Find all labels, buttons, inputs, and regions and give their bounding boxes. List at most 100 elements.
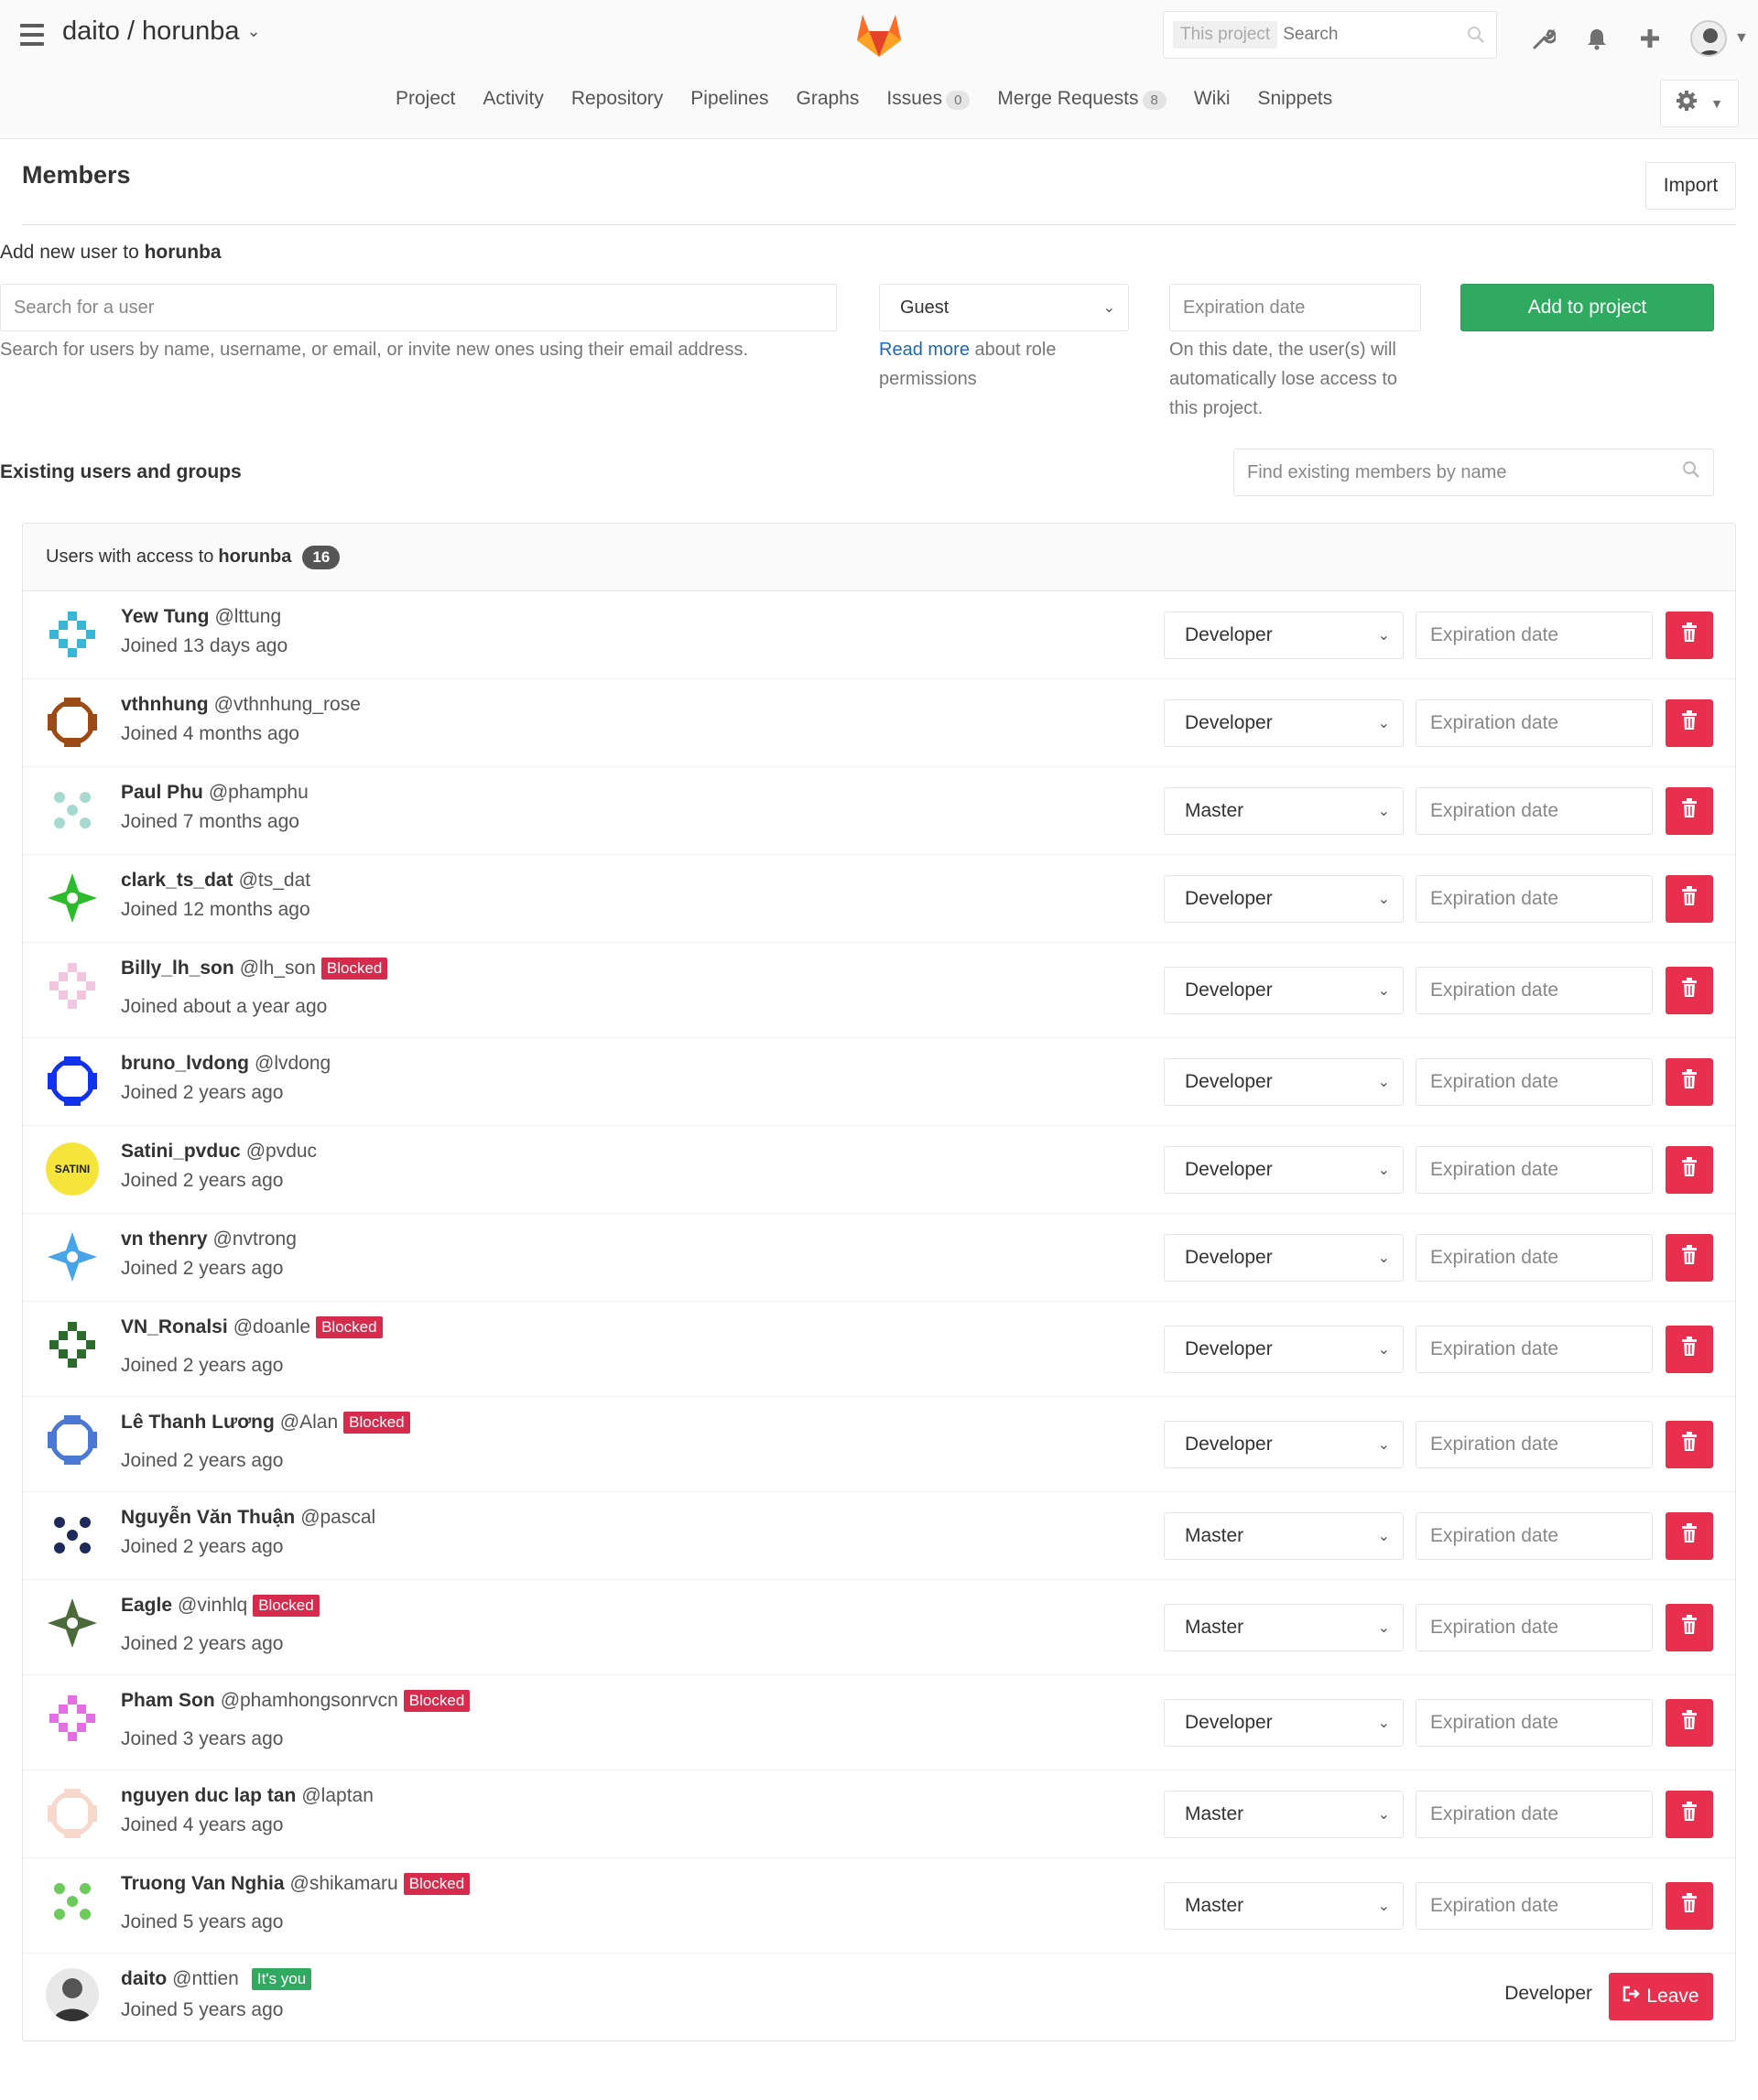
hamburger-menu-icon[interactable] <box>20 24 44 46</box>
wrench-icon[interactable] <box>1531 26 1557 51</box>
member-name[interactable]: Pham Son <box>121 1690 215 1712</box>
member-avatar[interactable] <box>46 1318 99 1371</box>
global-search[interactable]: This project Search <box>1163 11 1497 59</box>
remove-member-button[interactable] <box>1666 1512 1713 1560</box>
remove-member-button[interactable] <box>1666 967 1713 1014</box>
search-input[interactable]: Search <box>1283 25 1456 45</box>
member-avatar[interactable] <box>46 784 99 837</box>
member-avatar[interactable] <box>46 1787 99 1840</box>
member-avatar[interactable] <box>46 1055 99 1108</box>
member-name[interactable]: Truong Van Nghia <box>121 1873 285 1895</box>
settings-dropdown[interactable]: ▼ <box>1660 80 1739 127</box>
member-avatar[interactable] <box>46 1230 99 1283</box>
member-avatar[interactable]: SATINI <box>46 1142 99 1196</box>
member-name[interactable]: bruno_lvdong <box>121 1053 249 1075</box>
member-role-select[interactable]: Master ⌄ <box>1164 1604 1404 1651</box>
member-expiration-input[interactable]: Expiration date <box>1416 1791 1653 1838</box>
nav-activity[interactable]: Activity <box>483 88 544 110</box>
member-name[interactable]: Eagle <box>121 1595 172 1617</box>
remove-member-button[interactable] <box>1666 1058 1713 1106</box>
member-role-select[interactable]: Developer ⌄ <box>1164 1699 1404 1747</box>
find-members-input[interactable]: Find existing members by name <box>1233 449 1714 496</box>
remove-member-button[interactable] <box>1666 1699 1713 1747</box>
import-button[interactable]: Import <box>1645 162 1736 210</box>
leave-project-button[interactable]: Leave <box>1609 1973 1713 2020</box>
read-more-link[interactable]: Read more <box>879 340 970 360</box>
member-expiration-input[interactable]: Expiration date <box>1416 787 1653 835</box>
nav-merge-requests[interactable]: Merge Requests 8 <box>997 88 1167 110</box>
remove-member-button[interactable] <box>1666 1421 1713 1468</box>
nav-repository[interactable]: Repository <box>571 88 663 110</box>
remove-member-button[interactable] <box>1666 875 1713 923</box>
nav-snippets[interactable]: Snippets <box>1258 88 1333 110</box>
nav-merge-requests-label[interactable]: Merge Requests <box>997 88 1138 109</box>
member-avatar[interactable] <box>46 696 99 749</box>
member-expiration-input[interactable]: Expiration date <box>1416 1604 1653 1651</box>
user-search-input[interactable]: Search for a user <box>0 284 837 331</box>
remove-member-button[interactable] <box>1666 1791 1713 1838</box>
member-expiration-input[interactable]: Expiration date <box>1416 1326 1653 1373</box>
member-name[interactable]: VN_Ronalsi <box>121 1316 228 1338</box>
member-expiration-input[interactable]: Expiration date <box>1416 1699 1653 1747</box>
nav-issues-label[interactable]: Issues <box>886 88 942 109</box>
member-role-select[interactable]: Developer ⌄ <box>1164 1421 1404 1468</box>
bell-icon[interactable] <box>1584 26 1610 51</box>
member-name[interactable]: vn thenry <box>121 1229 208 1250</box>
member-avatar[interactable] <box>46 959 99 1012</box>
caret-down-icon[interactable]: ▼ <box>1734 30 1749 47</box>
member-role-select[interactable]: Master ⌄ <box>1164 1512 1404 1560</box>
member-expiration-input[interactable]: Expiration date <box>1416 967 1653 1014</box>
member-name[interactable]: daito <box>121 1968 167 1990</box>
member-name[interactable]: Nguyễn Văn Thuận <box>121 1507 295 1529</box>
gitlab-logo-icon[interactable] <box>853 11 905 59</box>
member-role-select[interactable]: Master ⌄ <box>1164 1791 1404 1838</box>
nav-pipelines[interactable]: Pipelines <box>690 88 768 110</box>
remove-member-button[interactable] <box>1666 787 1713 835</box>
member-role-select[interactable]: Developer ⌄ <box>1164 967 1404 1014</box>
remove-member-button[interactable] <box>1666 1326 1713 1373</box>
member-role-select[interactable]: Developer ⌄ <box>1164 1234 1404 1282</box>
member-name[interactable]: Satini_pvduc <box>121 1141 241 1163</box>
plus-icon[interactable] <box>1637 26 1663 51</box>
expiration-date-input[interactable]: Expiration date <box>1169 284 1421 331</box>
member-expiration-input[interactable]: Expiration date <box>1416 875 1653 923</box>
member-expiration-input[interactable]: Expiration date <box>1416 1512 1653 1560</box>
member-avatar[interactable] <box>46 1509 99 1562</box>
remove-member-button[interactable] <box>1666 699 1713 747</box>
member-name[interactable]: vthnhung <box>121 694 209 716</box>
remove-member-button[interactable] <box>1666 1234 1713 1282</box>
nav-wiki[interactable]: Wiki <box>1194 88 1231 110</box>
project-path[interactable]: daito / horunba <box>62 16 239 47</box>
member-role-select[interactable]: Master ⌄ <box>1164 787 1404 835</box>
member-role-select[interactable]: Master ⌄ <box>1164 1882 1404 1930</box>
member-name[interactable]: nguyen duc lap tan <box>121 1785 296 1807</box>
member-name[interactable]: Lê Thanh Lương <box>121 1412 275 1434</box>
member-role-select[interactable]: Developer ⌄ <box>1164 875 1404 923</box>
member-expiration-input[interactable]: Expiration date <box>1416 1146 1653 1194</box>
member-role-select[interactable]: Developer ⌄ <box>1164 612 1404 659</box>
member-expiration-input[interactable]: Expiration date <box>1416 699 1653 747</box>
user-avatar[interactable] <box>1690 20 1727 57</box>
role-select[interactable]: Guest ⌄ <box>879 284 1129 331</box>
add-to-project-button[interactable]: Add to project <box>1460 284 1714 331</box>
member-avatar[interactable] <box>46 1413 99 1467</box>
member-expiration-input[interactable]: Expiration date <box>1416 1421 1653 1468</box>
remove-member-button[interactable] <box>1666 612 1713 659</box>
remove-member-button[interactable] <box>1666 1146 1713 1194</box>
member-name[interactable]: Yew Tung <box>121 606 209 628</box>
member-expiration-input[interactable]: Expiration date <box>1416 1882 1653 1930</box>
member-expiration-input[interactable]: Expiration date <box>1416 612 1653 659</box>
member-expiration-input[interactable]: Expiration date <box>1416 1234 1653 1282</box>
member-avatar[interactable] <box>46 1875 99 1928</box>
member-name[interactable]: clark_ts_dat <box>121 870 233 892</box>
member-name[interactable]: Billy_lh_son <box>121 958 234 980</box>
member-avatar[interactable] <box>46 1968 99 2021</box>
member-role-select[interactable]: Developer ⌄ <box>1164 1058 1404 1106</box>
member-role-select[interactable]: Developer ⌄ <box>1164 699 1404 747</box>
member-role-select[interactable]: Developer ⌄ <box>1164 1326 1404 1373</box>
member-avatar[interactable] <box>46 871 99 925</box>
member-name[interactable]: Paul Phu <box>121 782 203 804</box>
nav-graphs[interactable]: Graphs <box>797 88 860 110</box>
project-title[interactable]: daito / horunba ⌄ <box>62 16 261 47</box>
nav-issues[interactable]: Issues 0 <box>886 88 971 110</box>
